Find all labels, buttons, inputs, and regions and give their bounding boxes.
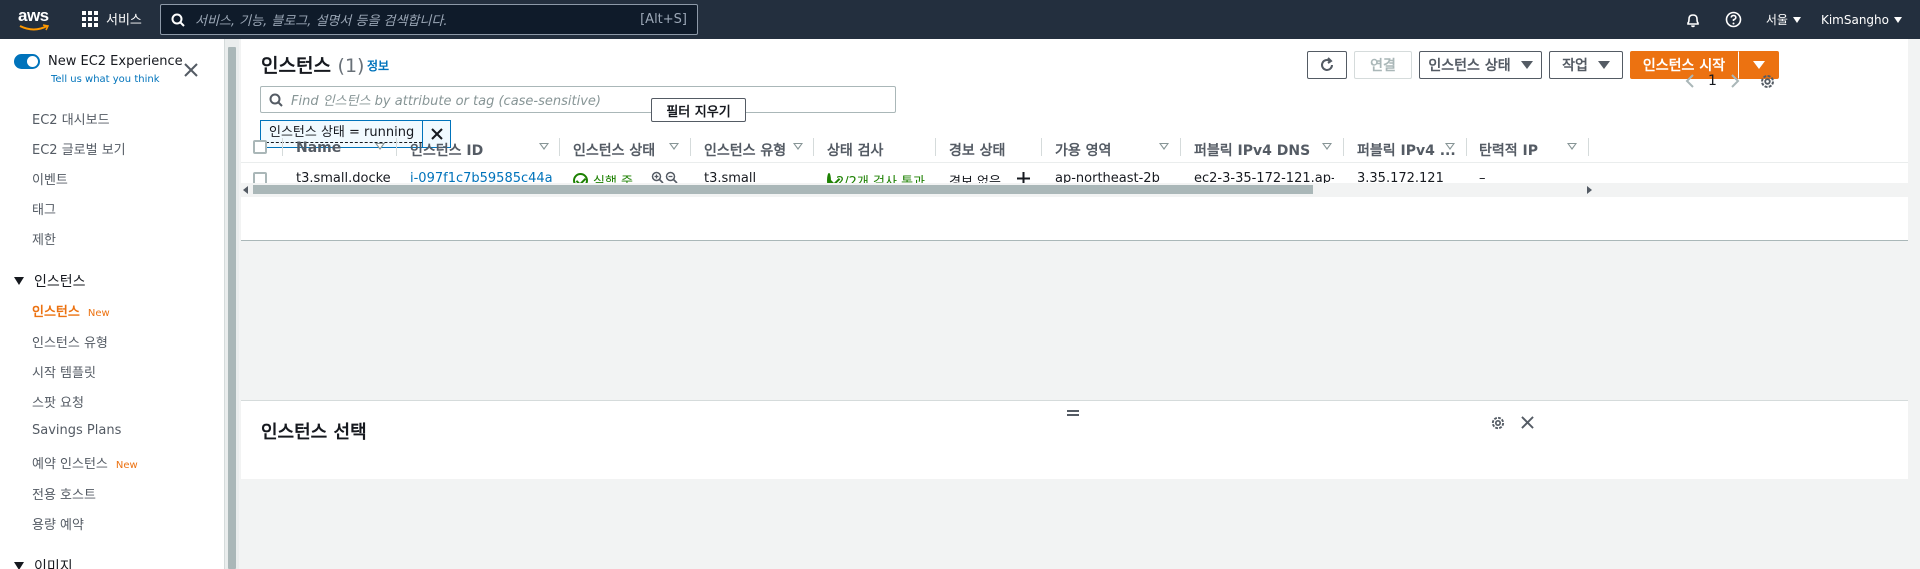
sort-icon[interactable] bbox=[539, 143, 549, 150]
caret-down-icon bbox=[1894, 16, 1902, 23]
table-header: Name 인스턴스 ID 인스턴스 상태 인스턴스 유형 상태 검사 경보 상태… bbox=[241, 131, 1908, 163]
account-menu[interactable]: KimSangho bbox=[1821, 13, 1902, 27]
column-header-name[interactable]: Name bbox=[296, 140, 341, 156]
bell-icon bbox=[1687, 13, 1699, 27]
select-all-checkbox[interactable] bbox=[253, 140, 267, 154]
sidebar-item-limits[interactable]: 제한 bbox=[32, 229, 56, 248]
settings-gear-icon[interactable] bbox=[1759, 73, 1776, 90]
region-label: 서울 bbox=[1765, 13, 1788, 27]
aws-smile-icon bbox=[19, 24, 49, 31]
sidebar-section-images[interactable]: 이미지 bbox=[14, 556, 73, 569]
scroll-left-icon[interactable] bbox=[243, 186, 249, 194]
sidebar-item-savings-plans[interactable]: Savings Plans bbox=[32, 423, 121, 438]
caret-down-icon bbox=[1792, 16, 1801, 23]
new-experience-toggle[interactable] bbox=[14, 54, 40, 69]
detail-panel-title: 인스턴스 선택 bbox=[261, 422, 367, 443]
sidebar-item-dedicated-hosts[interactable]: 전용 호스트 bbox=[32, 484, 96, 503]
search-placeholder: 서비스, 기능, 블로그, 설명서 등을 검색합니다. bbox=[195, 14, 448, 29]
filter-placeholder: Find 인스턴스 by attribute or tag (case-sens… bbox=[291, 94, 601, 109]
help-icon bbox=[1725, 11, 1742, 28]
clear-filters-button[interactable]: 필터 지우기 bbox=[651, 98, 746, 122]
region-selector[interactable]: 서울 bbox=[1766, 11, 1801, 28]
instance-count: (1) bbox=[337, 55, 365, 77]
search-icon bbox=[269, 93, 283, 107]
new-experience-title: New EC2 Experience bbox=[48, 54, 183, 69]
scrollbar-thumb[interactable] bbox=[228, 47, 236, 569]
settings-gear-icon[interactable] bbox=[1490, 415, 1506, 431]
search-shortcut: [Alt+S] bbox=[640, 12, 687, 27]
previous-page-icon[interactable] bbox=[1684, 74, 1696, 88]
column-header-status-check[interactable]: 상태 검사 bbox=[827, 140, 883, 160]
column-header-public-ipv4[interactable]: 퍼블릭 IPv4 ... bbox=[1357, 140, 1456, 160]
collapse-icon bbox=[14, 277, 24, 285]
sidebar-item-tags[interactable]: 태그 bbox=[32, 199, 56, 218]
sidebar-item-global-view[interactable]: EC2 글로벌 보기 bbox=[32, 139, 126, 158]
connect-button[interactable]: 연결 bbox=[1354, 51, 1412, 79]
sidebar-item-reserved-instances[interactable]: 예약 인스턴스 New bbox=[32, 453, 138, 472]
sidebar-item-launch-templates[interactable]: 시작 템플릿 bbox=[32, 362, 96, 381]
top-navigation-bar: aws 서비스 서비스, 기능, 블로그, 설명서 등을 검색합니다. [Alt… bbox=[0, 0, 1920, 39]
collapse-icon bbox=[14, 562, 24, 569]
new-badge: New bbox=[87, 308, 110, 319]
close-panel-icon[interactable] bbox=[1521, 416, 1534, 429]
sidebar: New EC2 Experience Tell us what you thin… bbox=[0, 39, 225, 569]
sort-icon[interactable] bbox=[1445, 143, 1455, 150]
sidebar-item-spot-requests[interactable]: 스팟 요청 bbox=[32, 392, 84, 411]
instances-panel: 인스턴스 (1) 정보 연결 인스턴스 상태 작업 인스턴스 시작 Find 인… bbox=[241, 39, 1908, 241]
notifications-button[interactable] bbox=[1685, 12, 1701, 28]
page-number[interactable]: 1 bbox=[1708, 73, 1717, 89]
global-search-input[interactable]: 서비스, 기능, 블로그, 설명서 등을 검색합니다. [Alt+S] bbox=[160, 4, 698, 35]
close-sidebar-icon[interactable] bbox=[184, 63, 198, 77]
column-header-availability-zone[interactable]: 가용 영역 bbox=[1055, 140, 1111, 160]
info-link[interactable]: 정보 bbox=[367, 57, 389, 74]
new-badge: New bbox=[115, 460, 138, 471]
instance-state-dropdown[interactable]: 인스턴스 상태 bbox=[1419, 51, 1542, 79]
services-menu[interactable]: 서비스 bbox=[82, 9, 142, 28]
sidebar-section-instances[interactable]: 인스턴스 bbox=[14, 271, 86, 291]
feedback-link[interactable]: Tell us what you think bbox=[51, 74, 160, 85]
sort-icon[interactable] bbox=[1159, 143, 1169, 150]
sort-icon[interactable] bbox=[1567, 143, 1577, 150]
column-header-alarm-status[interactable]: 경보 상태 bbox=[949, 140, 1005, 160]
sidebar-item-instances[interactable]: 인스턴스 New bbox=[32, 301, 110, 320]
caret-down-icon bbox=[1520, 61, 1533, 69]
caret-down-icon bbox=[1597, 61, 1610, 69]
filter-input[interactable]: Find 인스턴스 by attribute or tag (case-sens… bbox=[260, 86, 896, 113]
actions-dropdown[interactable]: 작업 bbox=[1549, 51, 1623, 79]
sidebar-item-capacity-reservations[interactable]: 용량 예약 bbox=[32, 514, 84, 533]
column-header-public-dns[interactable]: 퍼블릭 IPv4 DNS bbox=[1194, 140, 1310, 160]
aws-logo[interactable]: aws bbox=[18, 6, 52, 34]
instance-detail-panel: 인스턴스 선택 bbox=[241, 400, 1908, 479]
services-label: 서비스 bbox=[106, 13, 142, 28]
main-content: 인스턴스 (1) 정보 연결 인스턴스 상태 작업 인스턴스 시작 Find 인… bbox=[241, 39, 1920, 569]
scroll-right-icon[interactable] bbox=[1586, 186, 1592, 194]
table-horizontal-scrollbar[interactable] bbox=[241, 183, 1908, 197]
user-name: KimSangho bbox=[1820, 12, 1889, 27]
help-button[interactable] bbox=[1725, 11, 1742, 28]
column-header-instance-state[interactable]: 인스턴스 상태 bbox=[573, 140, 655, 160]
resize-handle[interactable] bbox=[1067, 410, 1079, 416]
refresh-icon bbox=[1321, 57, 1333, 71]
next-page-icon[interactable] bbox=[1729, 74, 1741, 88]
refresh-button[interactable] bbox=[1307, 51, 1347, 79]
scrollbar-thumb[interactable] bbox=[253, 185, 1313, 194]
column-header-instance-type[interactable]: 인스턴스 유형 bbox=[704, 140, 786, 160]
sidebar-scrollbar[interactable] bbox=[225, 39, 239, 569]
grid-icon bbox=[82, 10, 98, 27]
column-header-elastic-ip[interactable]: 탄력적 IP bbox=[1479, 140, 1538, 160]
sort-icon[interactable] bbox=[1322, 143, 1332, 150]
column-header-instance-id[interactable]: 인스턴스 ID bbox=[410, 140, 483, 160]
page-title: 인스턴스 (1) bbox=[261, 55, 365, 77]
search-icon bbox=[171, 13, 185, 27]
sort-icon[interactable] bbox=[669, 143, 679, 150]
caret-down-icon bbox=[1752, 61, 1765, 69]
sidebar-item-events[interactable]: 이벤트 bbox=[32, 169, 68, 188]
sort-icon[interactable] bbox=[375, 143, 385, 150]
sort-icon[interactable] bbox=[793, 143, 803, 150]
sidebar-item-dashboard[interactable]: EC2 대시보드 bbox=[32, 109, 110, 128]
sidebar-item-instance-types[interactable]: 인스턴스 유형 bbox=[32, 332, 108, 351]
